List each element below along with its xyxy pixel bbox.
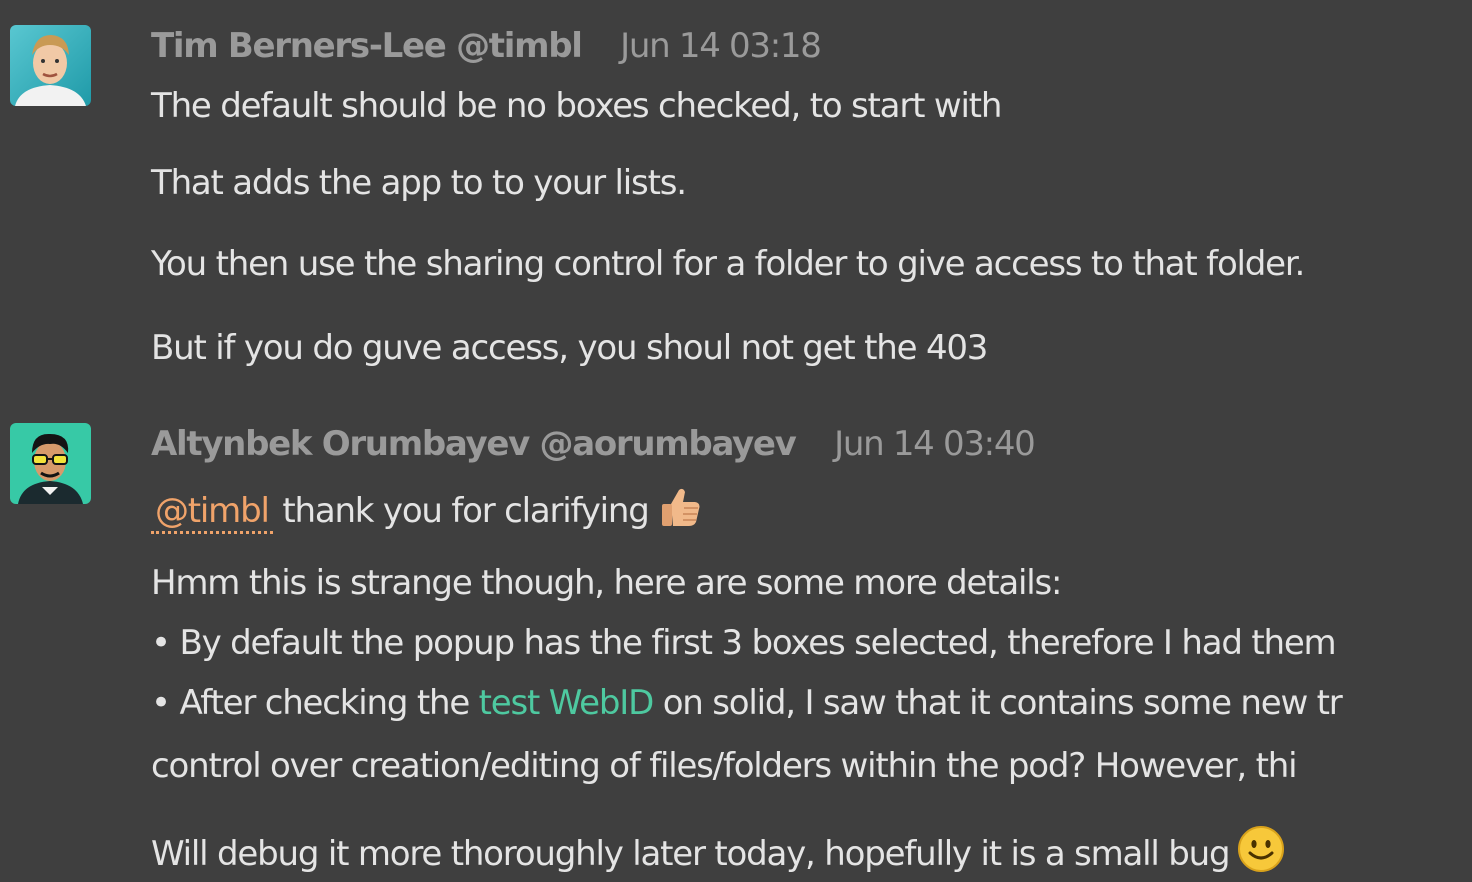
message-text: You then use the sharing control for a f… xyxy=(151,244,1305,284)
list-item: • By default the popup has the first 3 b… xyxy=(151,623,1337,663)
timestamp[interactable]: Jun 14 03:40 xyxy=(834,424,1036,464)
test-webid-link[interactable]: test WebID xyxy=(479,683,655,723)
avatar-timbl-image xyxy=(10,25,91,106)
author-handle[interactable]: @timbl xyxy=(456,26,583,66)
avatar-aorumbayev[interactable] xyxy=(10,423,91,504)
message-header: Altynbek Orumbayev @aorumbayev Jun 14 03… xyxy=(151,424,1036,464)
avatar-aorumbayev-image xyxy=(10,423,91,504)
message-text: @timbl thank you for clarifying xyxy=(151,484,703,539)
timestamp[interactable]: Jun 14 03:18 xyxy=(620,26,822,66)
author-name[interactable]: Tim Berners-Lee xyxy=(151,26,447,66)
list-item: • After checking the test WebID on solid… xyxy=(151,683,1343,723)
mention-text: thank you for clarifying xyxy=(272,491,649,531)
avatar-timbl[interactable] xyxy=(10,25,91,106)
mention-timbl[interactable]: @timbl xyxy=(151,491,273,534)
message-header: Tim Berners-Lee @timbl Jun 14 03:18 xyxy=(151,26,822,66)
list-item-text: • After checking the xyxy=(151,683,479,723)
message-text: But if you do guve access, you shoul not… xyxy=(151,328,988,368)
list-item-text: on solid, I saw that it contains some ne… xyxy=(653,683,1343,723)
message-text: That adds the app to to your lists. xyxy=(151,163,687,203)
message-text: The default should be no boxes checked, … xyxy=(151,86,1002,126)
smiley-emoji xyxy=(1237,825,1285,882)
message-timbl: Tim Berners-Lee @timbl Jun 14 03:18 The … xyxy=(0,0,1472,400)
thumbs-up-emoji xyxy=(657,484,703,539)
closing-text: Will debug it more thoroughly later toda… xyxy=(151,834,1231,874)
message-text: Hmm this is strange though, here are som… xyxy=(151,563,1063,603)
list-item-continuation: control over creation/editing of files/f… xyxy=(151,746,1298,786)
message-aorumbayev: Altynbek Orumbayev @aorumbayev Jun 14 03… xyxy=(0,400,1472,874)
author-name[interactable]: Altynbek Orumbayev xyxy=(151,424,530,464)
author-handle[interactable]: @aorumbayev xyxy=(540,424,797,464)
message-text: Will debug it more thoroughly later toda… xyxy=(151,825,1285,882)
